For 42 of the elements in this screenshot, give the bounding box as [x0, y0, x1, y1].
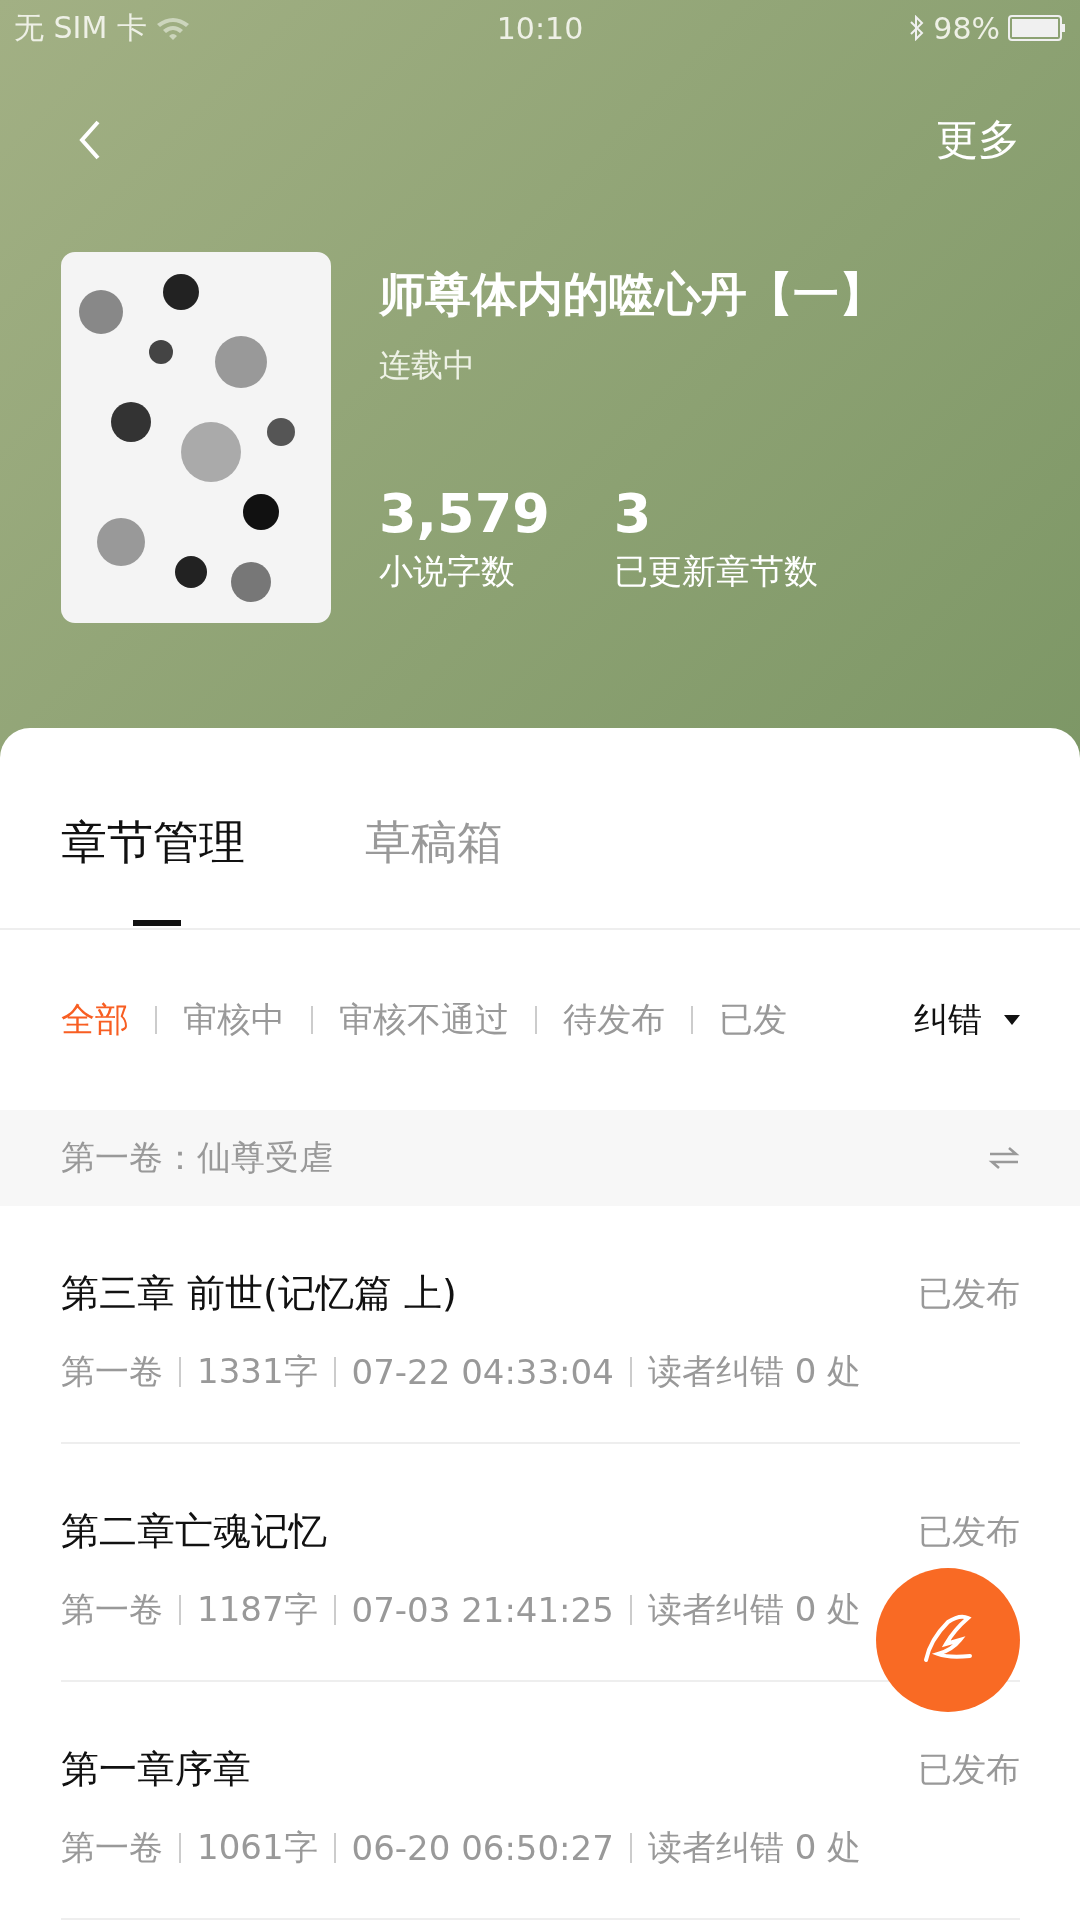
- filter-tab[interactable]: 待发布: [563, 997, 665, 1043]
- chapter-status: 已发布: [918, 1509, 1020, 1553]
- chapter-volume: 第一卷: [61, 1588, 163, 1631]
- chapter-title[interactable]: 第三章 前世(记忆篇 上): [61, 1268, 457, 1319]
- word-count: 1061字: [197, 1826, 318, 1869]
- publish-time: 07-03 21:41:25: [351, 1590, 614, 1630]
- publish-time: 06-20 06:50:27: [351, 1828, 614, 1868]
- back-icon[interactable]: [78, 118, 102, 162]
- book-title: 师尊体内的噬心丹【一】: [379, 266, 885, 323]
- publish-time: 07-22 04:33:04: [351, 1352, 614, 1392]
- chapter-title[interactable]: 第一章序章: [61, 1744, 251, 1795]
- dropdown-caret-icon: [1004, 1015, 1020, 1025]
- stat-value: 3: [613, 484, 653, 544]
- word-count: 1187字: [197, 1588, 318, 1631]
- carrier-text: 无 SIM 卡: [14, 8, 147, 47]
- errata-count: 读者纠错 0 处: [647, 1826, 862, 1869]
- battery-percent: 98%: [933, 10, 1000, 46]
- chapter-volume: 第一卷: [61, 1350, 163, 1393]
- filter-tab[interactable]: 审核中: [183, 997, 285, 1043]
- swap-icon[interactable]: [988, 1145, 1020, 1171]
- errata-count: 读者纠错 0 处: [647, 1588, 862, 1631]
- chapter-status: 已发布: [918, 1747, 1020, 1791]
- chapter-title[interactable]: 第二章亡魂记忆: [61, 1506, 327, 1557]
- battery-icon: [1008, 15, 1066, 41]
- tab[interactable]: 章节管理: [61, 812, 245, 928]
- word-count: 1331字: [197, 1350, 318, 1393]
- stat-value: 3,579: [379, 484, 550, 544]
- filter-tab[interactable]: 全部: [61, 997, 129, 1043]
- chapter-status: 已发布: [918, 1271, 1020, 1315]
- more-link[interactable]: 更多: [936, 112, 1020, 168]
- volume-title: 第一卷：仙尊受虐: [61, 1136, 333, 1179]
- filter-tab[interactable]: 审核不通过: [339, 997, 509, 1043]
- errata-count: 读者纠错 0 处: [647, 1350, 862, 1393]
- serial-status: 连载中: [379, 345, 476, 386]
- filter-tab[interactable]: 已发: [719, 997, 787, 1043]
- tab[interactable]: 草稿箱: [365, 812, 503, 928]
- errata-dropdown[interactable]: 纠错: [914, 997, 1020, 1043]
- chapter-volume: 第一卷: [61, 1826, 163, 1869]
- clock-time: 10:10: [496, 10, 584, 46]
- bluetooth-icon: [909, 15, 926, 41]
- stat-label: 已更新章节数: [613, 550, 818, 594]
- stat-label: 小说字数: [379, 550, 516, 594]
